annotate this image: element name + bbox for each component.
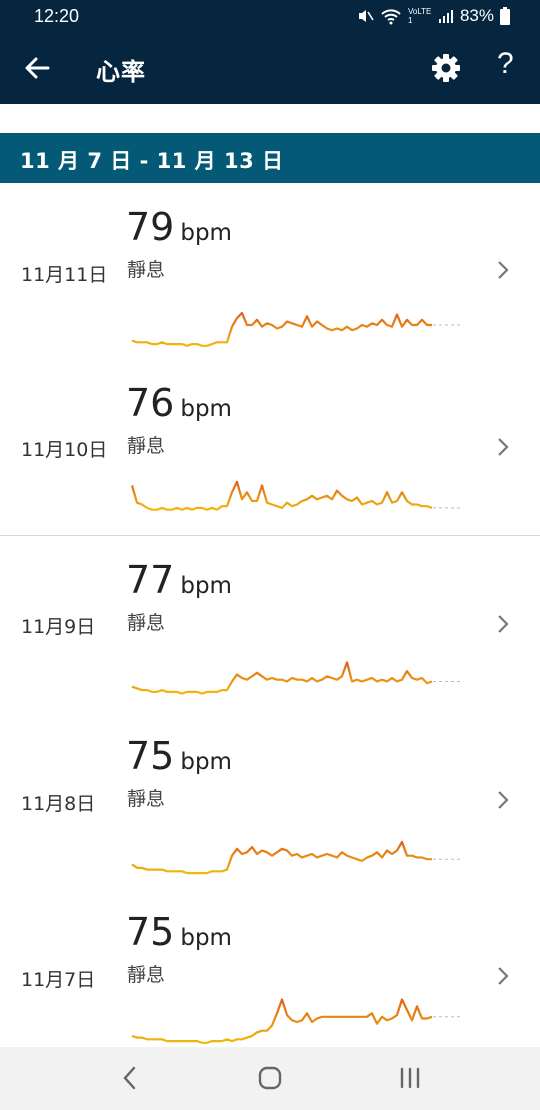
chevron-right-icon <box>498 615 509 633</box>
trend-line <box>131 840 432 875</box>
wifi-icon <box>381 9 401 25</box>
status-icons: VoLTE1 83% <box>356 5 510 27</box>
chevron-right-icon <box>498 967 509 985</box>
trend-line <box>131 311 432 347</box>
bpm-unit: bpm <box>180 749 232 775</box>
resting-heart-rate: 75 bpm <box>126 734 232 778</box>
bpm-unit: bpm <box>180 220 232 246</box>
nav-recents-icon[interactable] <box>392 1063 428 1093</box>
resting-label: 靜息 <box>127 612 166 634</box>
bpm-value: 75 <box>126 734 175 778</box>
day-date: 11月8日 <box>21 793 96 815</box>
resting-label: 靜息 <box>127 964 166 986</box>
signal-icon <box>438 10 453 23</box>
app-bar: 心率 ? <box>0 32 540 104</box>
mute-icon <box>358 10 374 22</box>
nav-back-icon[interactable] <box>112 1063 148 1093</box>
day-date: 11月11日 <box>21 264 108 286</box>
day-row[interactable]: 11月10日 76 bpm 靜息 <box>0 359 540 536</box>
heart-rate-trend-chart <box>131 661 462 695</box>
system-nav-bar <box>0 1047 540 1110</box>
battery-percent: 83% <box>459 6 494 25</box>
heart-rate-trend-chart <box>131 840 462 875</box>
battery-icon <box>500 7 510 25</box>
resting-heart-rate: 75 bpm <box>126 910 232 954</box>
day-date: 11月7日 <box>21 969 96 991</box>
resting-label: 靜息 <box>127 788 166 810</box>
week-range-label: 11 月 7 日 - 11 月 13 日 <box>20 149 284 173</box>
day-date: 11月10日 <box>21 439 108 461</box>
status-bar: 12:20 VoLTE1 83% <box>0 0 540 32</box>
day-row[interactable]: 11月8日 75 bpm 靜息 <box>0 712 540 889</box>
chevron-right-icon <box>498 791 509 809</box>
resting-heart-rate: 76 bpm <box>126 381 232 425</box>
bpm-unit: bpm <box>180 396 232 422</box>
gear-icon[interactable] <box>430 52 462 84</box>
heart-rate-trend-chart <box>130 480 462 511</box>
bpm-value: 76 <box>126 381 175 425</box>
resting-label: 靜息 <box>127 435 166 457</box>
nav-home-icon[interactable] <box>252 1063 288 1093</box>
day-row[interactable]: 11月9日 77 bpm 靜息 <box>0 536 540 713</box>
bpm-value: 75 <box>126 910 175 954</box>
trend-line <box>131 661 433 695</box>
chevron-right-icon <box>498 261 509 279</box>
resting-label: 靜息 <box>127 259 166 281</box>
trend-line <box>131 998 433 1044</box>
help-icon[interactable]: ? <box>497 47 514 81</box>
heart-rate-trend-chart <box>131 998 462 1044</box>
heart-rate-trend-chart <box>131 311 462 347</box>
resting-heart-rate: 79 bpm <box>126 205 232 249</box>
bpm-value: 79 <box>126 205 175 249</box>
back-arrow-icon[interactable] <box>22 53 52 83</box>
day-row[interactable]: 11月11日 79 bpm 靜息 <box>0 183 540 360</box>
day-row[interactable]: 11月7日 75 bpm 靜息 <box>0 888 540 1064</box>
day-date: 11月9日 <box>21 616 96 638</box>
chevron-right-icon <box>498 438 509 456</box>
trend-line <box>130 480 433 511</box>
bpm-value: 77 <box>126 558 175 602</box>
week-range-header: 11 月 7 日 - 11 月 13 日 <box>0 133 540 183</box>
status-time: 12:20 <box>34 6 80 26</box>
page-title: 心率 <box>96 58 146 86</box>
bpm-unit: bpm <box>180 925 232 951</box>
bpm-unit: bpm <box>180 573 232 599</box>
resting-heart-rate: 77 bpm <box>126 558 232 602</box>
lte-icon: VoLTE1 <box>407 7 432 25</box>
